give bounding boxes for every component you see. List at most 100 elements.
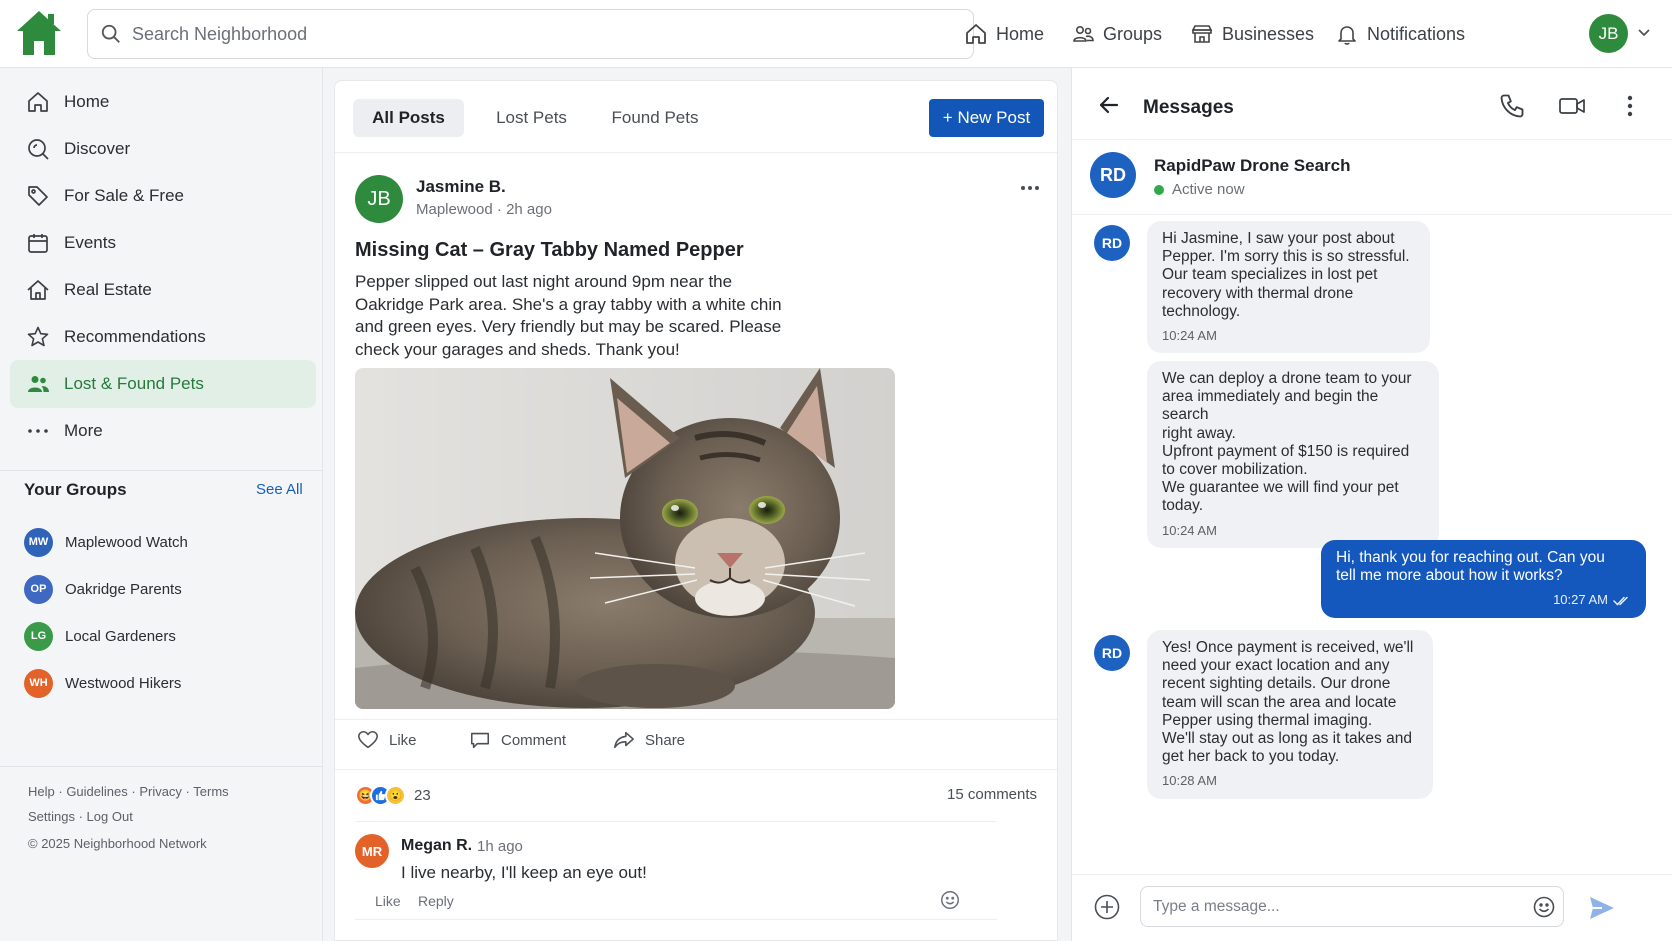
comment-divider bbox=[355, 821, 997, 822]
comment-author-name[interactable]: Megan R. bbox=[401, 837, 472, 855]
post-time: 2h ago bbox=[506, 201, 552, 218]
comment-button[interactable]: Comment bbox=[469, 725, 566, 755]
message-input[interactable] bbox=[1153, 896, 1523, 918]
cat-photo bbox=[355, 368, 895, 709]
like-button[interactable]: Like bbox=[357, 725, 417, 755]
post-title: Missing Cat – Gray Tabby Named Pepper bbox=[355, 239, 744, 261]
post-image-cat[interactable] bbox=[355, 368, 895, 709]
topnav-groups-label: Groups bbox=[1103, 23, 1163, 44]
add-attachment-icon[interactable] bbox=[1093, 893, 1121, 921]
group-item-local-gardeners[interactable]: LG Local Gardeners bbox=[24, 620, 176, 652]
share-button[interactable]: Share bbox=[613, 725, 685, 755]
topnav-groups[interactable]: Groups bbox=[1071, 20, 1162, 48]
new-post-button[interactable]: + New Post bbox=[929, 99, 1044, 137]
sidebar-item-real-estate[interactable]: Real Estate bbox=[10, 266, 316, 314]
sidebar-item-label: Real Estate bbox=[64, 280, 152, 299]
video-camera-icon[interactable] bbox=[1558, 92, 1586, 120]
tab-lost-pets[interactable]: Lost Pets bbox=[474, 99, 589, 137]
calendar-icon bbox=[28, 234, 48, 253]
sidebar-item-recommendations[interactable]: Recommendations bbox=[10, 313, 316, 361]
share-icon bbox=[614, 731, 634, 749]
home-icon bbox=[966, 24, 986, 44]
comments-count-link[interactable]: 15 comments bbox=[947, 786, 1037, 803]
contact-status: Active now bbox=[1154, 181, 1245, 198]
search-icon bbox=[101, 24, 120, 43]
house-icon bbox=[27, 280, 49, 300]
sidebar-divider bbox=[0, 470, 323, 471]
group-name: Maplewood Watch bbox=[65, 533, 188, 551]
send-icon[interactable] bbox=[1588, 894, 1616, 922]
help-link[interactable]: Help bbox=[28, 784, 55, 799]
contact-avatar[interactable]: RD bbox=[1090, 152, 1136, 198]
messages-panel: Messages RD RapidPaw Drone Search Active… bbox=[1071, 68, 1672, 941]
group-item-maplewood-watch[interactable]: MW Maplewood Watch bbox=[24, 526, 188, 558]
comment-author-avatar[interactable]: MR bbox=[355, 834, 389, 868]
message-bubble-outgoing: Hi, thank you for reaching out. Can you … bbox=[1321, 540, 1646, 618]
chevron-down-icon[interactable] bbox=[1636, 24, 1652, 40]
post-author-name[interactable]: Jasmine B. bbox=[416, 177, 506, 197]
sidebar-item-label: Events bbox=[64, 233, 116, 252]
tab-found-pets[interactable]: Found Pets bbox=[593, 99, 717, 137]
more-options-icon[interactable] bbox=[1019, 177, 1041, 199]
sidebar-item-more[interactable]: More bbox=[10, 407, 316, 455]
group-item-westwood-hikers[interactable]: WH Westwood Hikers bbox=[24, 667, 181, 699]
comment-like-link[interactable]: Like bbox=[375, 893, 401, 909]
sidebar-item-lost-found-pets[interactable]: Lost & Found Pets bbox=[10, 360, 316, 408]
topnav-businesses[interactable]: Businesses bbox=[1190, 20, 1314, 48]
topnav-notifications[interactable]: Notifications bbox=[1335, 20, 1465, 48]
message-bubble-incoming: Hi Jasmine, I saw your post about Pepper… bbox=[1147, 221, 1430, 354]
sidebar-item-home[interactable]: Home bbox=[10, 78, 316, 126]
conversation-contact[interactable]: RD RapidPaw Drone Search Active now bbox=[1072, 140, 1672, 215]
privacy-link[interactable]: Privacy bbox=[139, 784, 182, 799]
phone-icon[interactable] bbox=[1498, 92, 1526, 120]
group-avatar: MW bbox=[24, 527, 53, 557]
footer-links-row-2: Settings · Log Out bbox=[28, 809, 133, 824]
reaction-count: 23 bbox=[414, 786, 431, 804]
online-status-dot bbox=[1154, 184, 1164, 195]
logout-link[interactable]: Log Out bbox=[87, 809, 133, 824]
meta-separator: · bbox=[496, 201, 507, 218]
message-sender-avatar: RD bbox=[1094, 635, 1130, 671]
see-all-groups-link[interactable]: See All bbox=[256, 481, 303, 498]
sidebar-item-for-sale[interactable]: For Sale & Free bbox=[10, 172, 316, 220]
comment-reply-link[interactable]: Reply bbox=[418, 893, 454, 909]
settings-link[interactable]: Settings bbox=[28, 809, 75, 824]
topnav-home[interactable]: Home bbox=[964, 20, 1044, 48]
search-input[interactable] bbox=[132, 20, 952, 48]
post-divider bbox=[335, 769, 1057, 770]
messages-header: Messages bbox=[1072, 68, 1672, 140]
group-item-oakridge-parents[interactable]: OP Oakridge Parents bbox=[24, 573, 182, 605]
search-icon bbox=[28, 139, 49, 160]
sidebar-item-label: Recommendations bbox=[64, 327, 206, 346]
post-meta: Maplewood · 2h ago bbox=[416, 201, 552, 218]
message-bubble-incoming: We can deploy a drone team to your area … bbox=[1147, 361, 1439, 548]
post-author-avatar[interactable]: JB bbox=[355, 175, 403, 223]
vertical-dots-icon[interactable] bbox=[1616, 92, 1644, 120]
search-bar[interactable] bbox=[87, 9, 974, 59]
user-avatar[interactable]: JB bbox=[1589, 14, 1628, 53]
message-text: We can deploy a drone team to your area … bbox=[1162, 370, 1412, 515]
wow-reaction-icon: 😮 bbox=[385, 784, 406, 806]
double-check-icon bbox=[1613, 596, 1628, 606]
back-arrow-icon[interactable] bbox=[1097, 93, 1121, 117]
contact-name[interactable]: RapidPaw Drone Search bbox=[1154, 156, 1351, 176]
dots-icon bbox=[28, 429, 48, 433]
message-text: Hi, thank you for reaching out. Can you … bbox=[1336, 549, 1605, 585]
home-icon bbox=[28, 92, 48, 112]
reaction-summary[interactable]: 😆 😮 23 bbox=[355, 783, 431, 807]
house-logo-icon[interactable] bbox=[14, 9, 64, 57]
sidebar-item-events[interactable]: Events bbox=[10, 219, 316, 267]
storefront-icon bbox=[1191, 25, 1213, 43]
message-text: Hi Jasmine, I saw your post about Pepper… bbox=[1162, 230, 1410, 320]
sidebar-item-label: Home bbox=[64, 92, 110, 111]
message-time-row: 10:27 AM bbox=[1336, 591, 1631, 609]
terms-link[interactable]: Terms bbox=[193, 784, 228, 799]
tab-all-posts[interactable]: All Posts bbox=[353, 99, 464, 137]
emoji-icon[interactable] bbox=[939, 889, 961, 911]
sidebar-item-discover[interactable]: Discover bbox=[10, 125, 316, 173]
guidelines-link[interactable]: Guidelines bbox=[66, 784, 127, 799]
message-input-box[interactable] bbox=[1140, 886, 1564, 927]
emoji-icon[interactable] bbox=[1532, 895, 1556, 919]
people-icon bbox=[28, 376, 49, 392]
feed-panel: All Posts Lost Pets Found Pets + New Pos… bbox=[334, 80, 1058, 941]
